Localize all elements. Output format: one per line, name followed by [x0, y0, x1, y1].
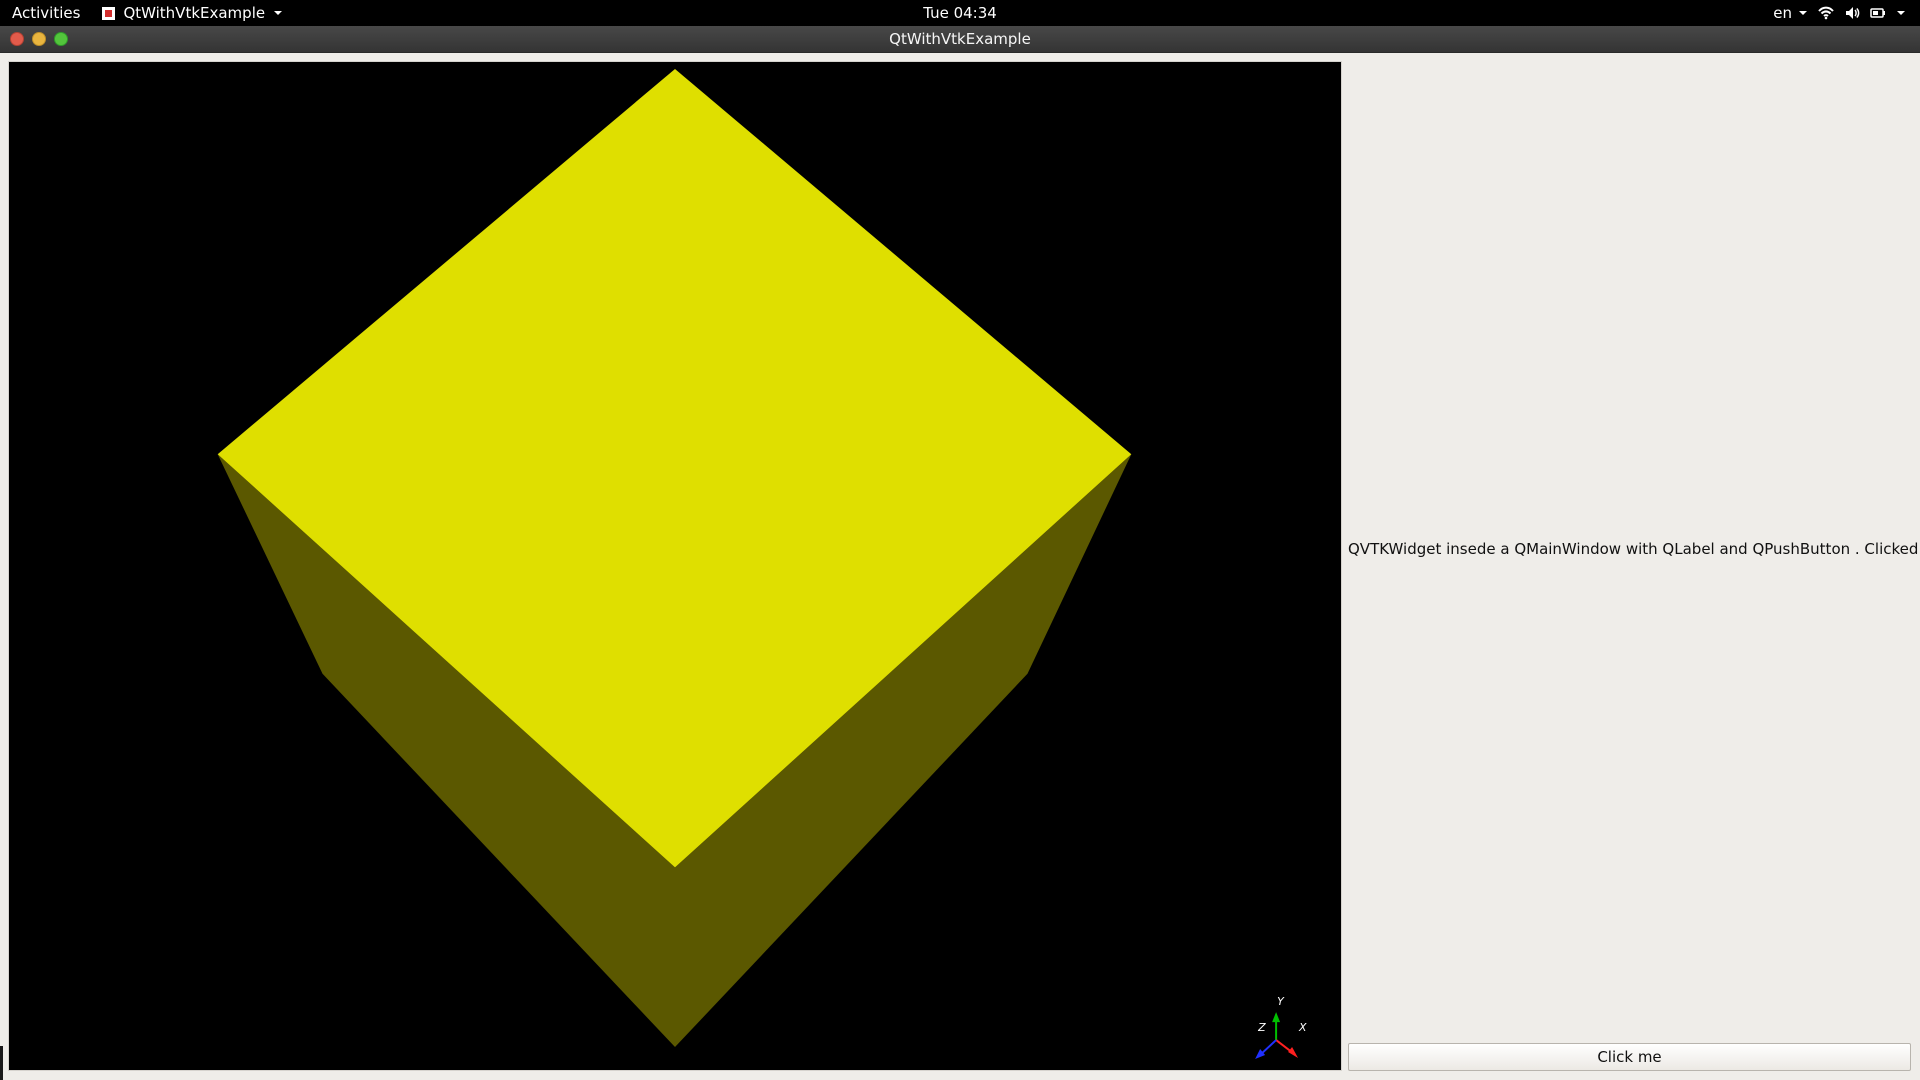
clock[interactable]: Tue 04:34 [0, 4, 1920, 22]
chevron-down-icon[interactable] [1896, 9, 1906, 17]
chevron-down-icon [274, 11, 283, 15]
volume-icon[interactable] [1844, 5, 1860, 21]
close-window-button[interactable] [10, 32, 24, 46]
axis-z-label: Z [1257, 1021, 1266, 1034]
window-content: Y X Z QVTKWidget insede a QMainWindow wi… [0, 53, 1920, 1080]
vtk-viewport[interactable]: Y X Z [8, 61, 1342, 1071]
battery-icon[interactable] [1870, 5, 1886, 21]
window-controls [10, 32, 68, 46]
info-label: QVTKWidget insede a QMainWindow with QLa… [1348, 540, 1920, 558]
side-panel: QVTKWidget insede a QMainWindow with QLa… [1342, 53, 1920, 1080]
language-label: en [1773, 4, 1792, 22]
click-me-button[interactable]: Click me [1348, 1043, 1911, 1071]
main-window: QtWithVtkExample Y X Z QVTKWidget insede… [0, 26, 1920, 1080]
chevron-down-icon [1799, 11, 1807, 15]
window-title: QtWithVtkExample [889, 30, 1031, 48]
app-menu-label: QtWithVtkExample [123, 4, 266, 22]
app-menu[interactable]: QtWithVtkExample [102, 4, 283, 22]
system-tray[interactable]: en [1773, 0, 1906, 26]
maximize-window-button[interactable] [54, 32, 68, 46]
axis-x-label: X [1298, 1021, 1307, 1034]
top-bar: Activities QtWithVtkExample Tue 04:34 en [0, 0, 1920, 26]
wifi-icon[interactable] [1818, 5, 1834, 21]
vtk-render-canvas[interactable]: Y X Z [9, 62, 1341, 1070]
window-titlebar[interactable]: QtWithVtkExample [0, 26, 1920, 53]
activities-button[interactable]: Activities [12, 4, 80, 22]
app-icon [102, 6, 116, 20]
window-edge [0, 1046, 3, 1080]
minimize-window-button[interactable] [32, 32, 46, 46]
language-selector[interactable]: en [1773, 4, 1808, 22]
